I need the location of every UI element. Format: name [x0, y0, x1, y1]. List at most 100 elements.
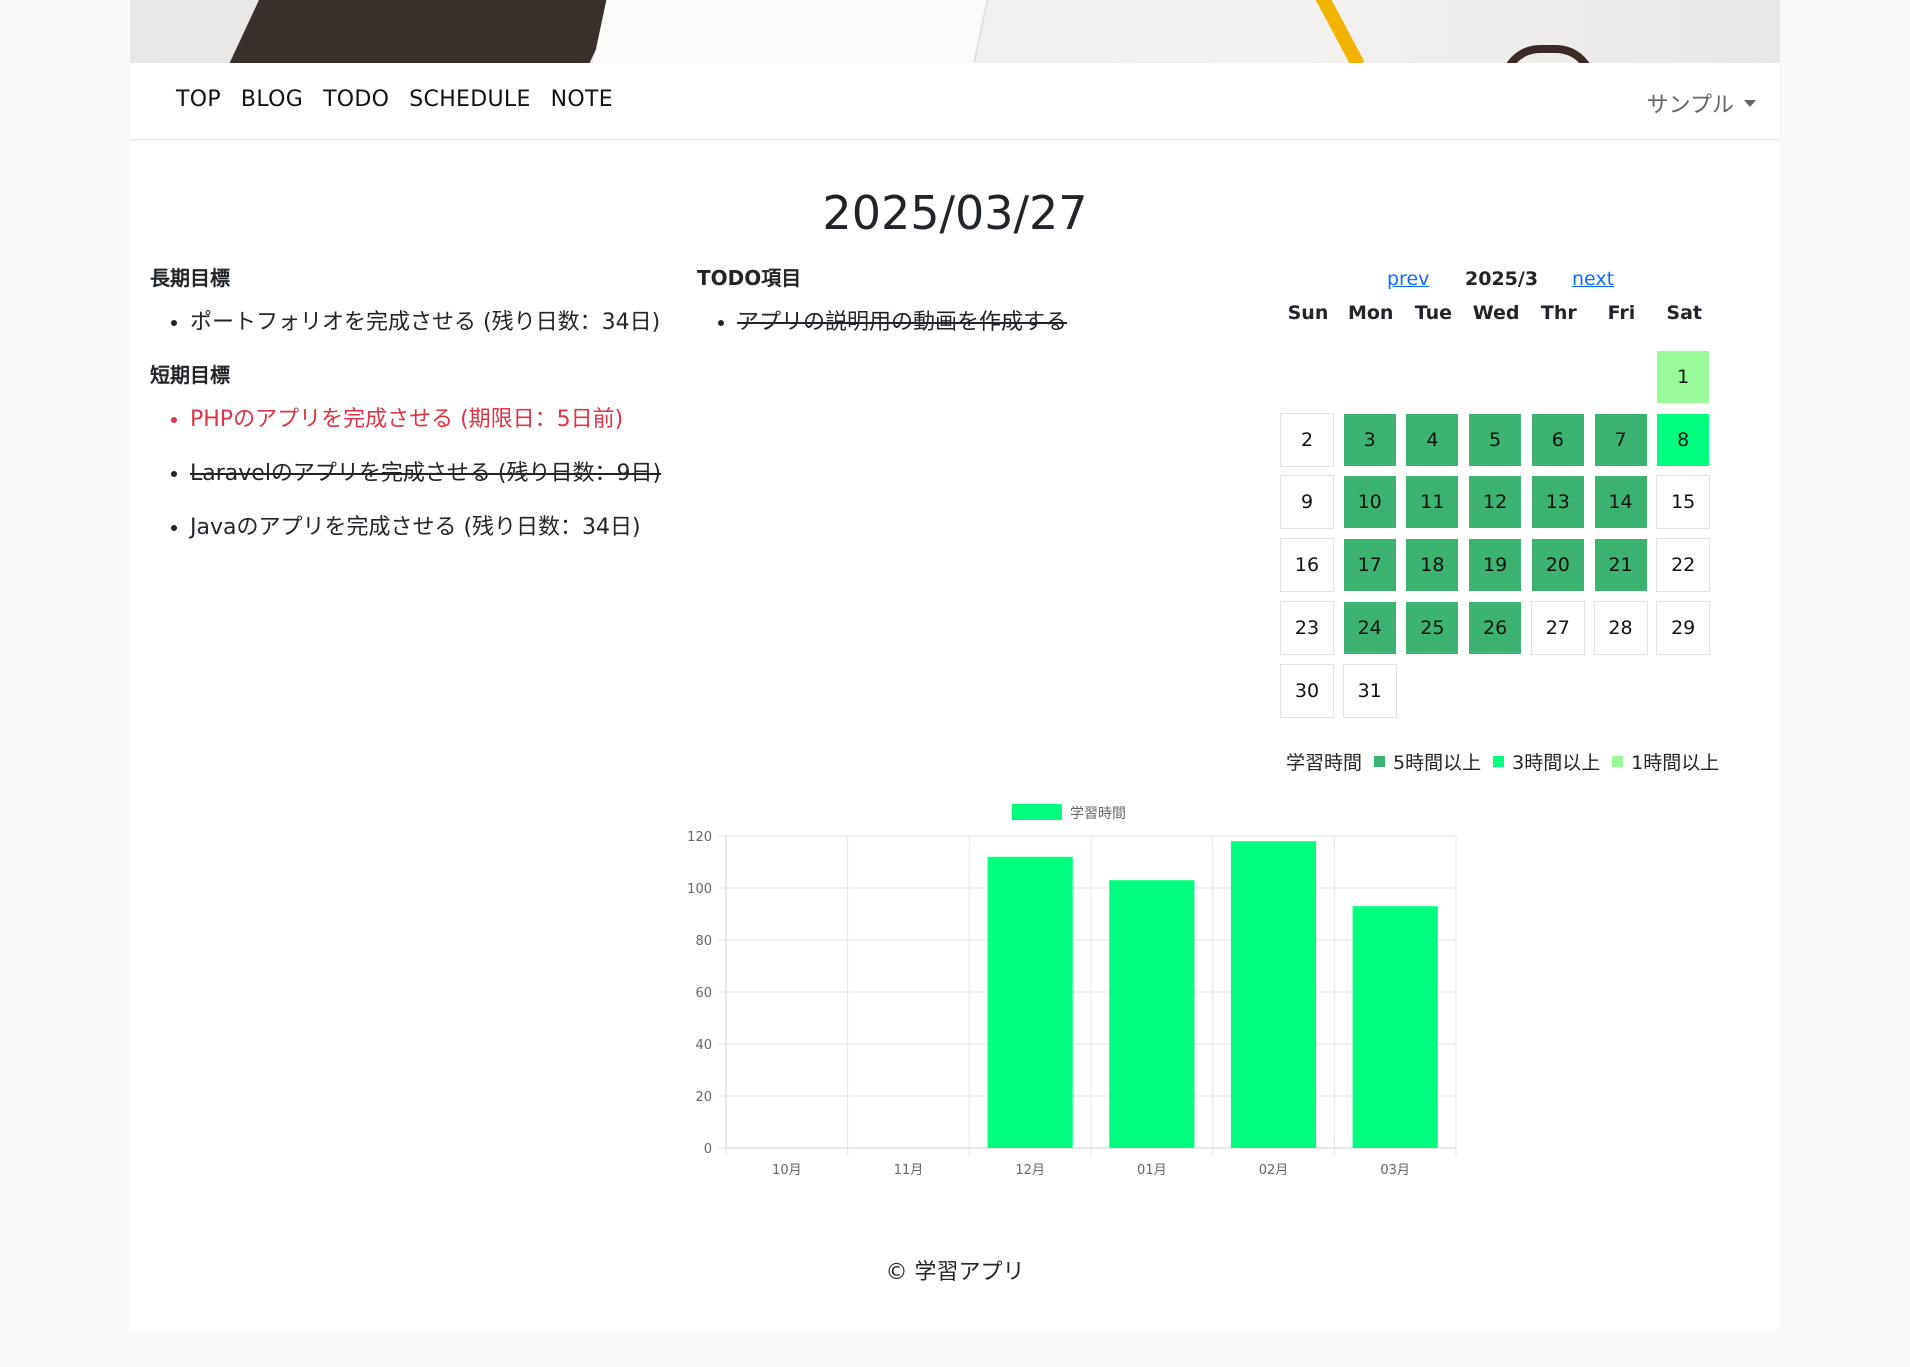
- x-tick-label: 12月: [1015, 1163, 1045, 1178]
- legend-swatch: [1012, 804, 1062, 820]
- weekday-header: Sun: [1287, 302, 1329, 324]
- y-tick-label: 80: [695, 934, 712, 949]
- weekday-header: Thr: [1540, 302, 1577, 324]
- calendar-day[interactable]: 1: [1656, 350, 1711, 404]
- navbar: TOP BLOG TODO SCHEDULE NOTE サンプル: [130, 63, 1780, 140]
- calendar-day[interactable]: 8: [1656, 412, 1711, 467]
- bar: [1230, 841, 1317, 1148]
- footer-copyright: © 学習アプリ: [885, 1260, 1025, 1285]
- weekday-header: Sat: [1666, 302, 1702, 324]
- y-tick-label: 60: [695, 986, 712, 1001]
- bar: [1109, 880, 1195, 1148]
- short-term-list: PHPのアプリを完成させる (期限日：5日前) Laravelのアプリを完成させる…: [150, 402, 670, 546]
- calendar-day[interactable]: 4: [1405, 412, 1460, 467]
- todo-item: アプリの説明用の動画を作成する: [737, 305, 1137, 341]
- calendar-day[interactable]: 12: [1468, 475, 1523, 530]
- x-tick-label: 01月: [1137, 1163, 1167, 1178]
- calendar-day[interactable]: 18: [1405, 538, 1460, 593]
- calendar-prev-link[interactable]: prev: [1387, 268, 1429, 290]
- chevron-down-icon: [1744, 99, 1756, 107]
- legend-swatch-3h: [1493, 756, 1505, 767]
- calendar-day[interactable]: 11: [1405, 475, 1460, 530]
- banner-pencil: [1309, 0, 1365, 63]
- y-tick-label: 40: [695, 1038, 712, 1053]
- calendar-day[interactable]: 26: [1468, 600, 1523, 655]
- study-time-chart-svg: 0 20 40 60 80 100 120 10月 11月 12月 01月 02月 03月 学習時間: [687, 804, 1457, 1178]
- calendar-day[interactable]: 5: [1468, 412, 1523, 467]
- calendar-day[interactable]: 24: [1342, 600, 1397, 655]
- short-term-goal-item: Laravelのアプリを完成させる (残り日数：9日): [190, 456, 670, 492]
- weekday-header: Tue: [1414, 302, 1453, 324]
- calendar-day[interactable]: 23: [1280, 600, 1334, 655]
- calendar-day[interactable]: 22: [1656, 538, 1711, 593]
- calendar-next-link[interactable]: next: [1572, 268, 1614, 290]
- calendar-day[interactable]: 9: [1280, 475, 1334, 530]
- y-tick-label: 0: [704, 1142, 712, 1157]
- x-tick-label: 10月: [772, 1163, 802, 1178]
- nav-link-blog[interactable]: BLOG: [241, 87, 303, 112]
- calendar-day[interactable]: 21: [1593, 538, 1648, 593]
- calendar-day[interactable]: 13: [1530, 475, 1585, 530]
- legend-label: 学習時間: [1070, 806, 1126, 822]
- bar: [1352, 906, 1438, 1148]
- calendar-day[interactable]: 16: [1280, 538, 1334, 593]
- calendar-day[interactable]: 20: [1530, 538, 1585, 593]
- banner-dark-object: [221, 0, 629, 63]
- calendar-day[interactable]: 28: [1593, 600, 1648, 655]
- calendar-day[interactable]: 7: [1593, 412, 1648, 467]
- weekday-header: Fri: [1607, 302, 1636, 324]
- calendar-day[interactable]: 6: [1530, 412, 1585, 467]
- calendar-day[interactable]: 25: [1405, 600, 1460, 655]
- study-calendar: prev 2025/3 next Sun Mon Tue Wed Thr Fri Sat 1 2…: [1280, 262, 1720, 718]
- calendar-day[interactable]: 15: [1656, 475, 1711, 530]
- x-tick-label: 02月: [1259, 1163, 1289, 1178]
- header-banner-image: [130, 0, 1780, 63]
- legend-swatch-1h: [1612, 756, 1624, 767]
- bar: [987, 856, 1073, 1148]
- short-term-goal-item: PHPのアプリを完成させる (期限日：5日前): [190, 402, 670, 438]
- calendar-month-label: 2025/3: [1465, 268, 1539, 290]
- y-tick-label: 100: [687, 882, 712, 897]
- weekday-header: Mon: [1347, 302, 1394, 324]
- y-tick-label: 120: [687, 830, 712, 845]
- todo-column: TODO項目 アプリの説明用の動画を作成する: [697, 262, 1137, 359]
- long-term-goal-item: ポートフォリオを完成させる (残り日数：34日): [190, 305, 670, 341]
- nav-links: TOP BLOG TODO SCHEDULE NOTE: [176, 87, 613, 112]
- nav-link-top[interactable]: TOP: [176, 87, 221, 112]
- page-title-date: 2025/03/27: [822, 186, 1088, 240]
- calendar-day[interactable]: 10: [1342, 475, 1397, 530]
- legend-label-3h: 3時間以上: [1512, 752, 1601, 774]
- short-term-heading: 短期目標: [150, 363, 230, 387]
- long-term-heading: 長期目標: [150, 266, 230, 290]
- calendar-day[interactable]: 2: [1280, 412, 1334, 467]
- short-term-goal-item: Javaのアプリを完成させる (残り日数：34日): [190, 510, 670, 546]
- calendar-day[interactable]: 31: [1342, 663, 1397, 718]
- banner-glasses: [1500, 45, 1596, 63]
- nav-link-schedule[interactable]: SCHEDULE: [409, 87, 530, 112]
- calendar-day[interactable]: 27: [1530, 600, 1585, 655]
- y-tick-label: 20: [695, 1090, 712, 1105]
- page-container: TOP BLOG TODO SCHEDULE NOTE サンプル 2025/03…: [130, 0, 1780, 1330]
- legend-swatch-5h: [1374, 756, 1386, 767]
- goals-column: 長期目標 ポートフォリオを完成させる (残り日数：34日) 短期目標 PHPのア…: [150, 262, 670, 564]
- calendar-day[interactable]: 17: [1342, 538, 1397, 593]
- calendar-day[interactable]: 29: [1656, 600, 1711, 655]
- calendar-day[interactable]: 19: [1468, 538, 1523, 593]
- study-time-chart: 0 20 40 60 80 100 120 10月 11月 12月 01月 02月 03月 学習時間: [540, 796, 1470, 1186]
- calendar-day[interactable]: 30: [1280, 663, 1334, 718]
- user-menu-dropdown[interactable]: サンプル: [1647, 87, 1756, 119]
- nav-link-note[interactable]: NOTE: [551, 87, 613, 112]
- calendar-day[interactable]: 14: [1593, 475, 1648, 530]
- long-term-list: ポートフォリオを完成させる (残り日数：34日): [150, 305, 670, 341]
- x-tick-label: 03月: [1380, 1163, 1410, 1178]
- calendar-legend: 学習時間 5時間以上 3時間以上 1時間以上: [1286, 748, 1719, 775]
- nav-link-todo[interactable]: TODO: [323, 87, 389, 112]
- x-tick-label: 11月: [894, 1163, 924, 1178]
- weekday-header: Wed: [1472, 302, 1520, 324]
- legend-label-5h: 5時間以上: [1393, 752, 1482, 774]
- todo-list: アプリの説明用の動画を作成する: [697, 305, 1137, 341]
- legend-label-1h: 1時間以上: [1631, 752, 1720, 774]
- calendar-header: prev 2025/3 next: [1280, 262, 1720, 298]
- legend-title: 学習時間: [1286, 752, 1363, 774]
- calendar-day[interactable]: 3: [1342, 412, 1397, 467]
